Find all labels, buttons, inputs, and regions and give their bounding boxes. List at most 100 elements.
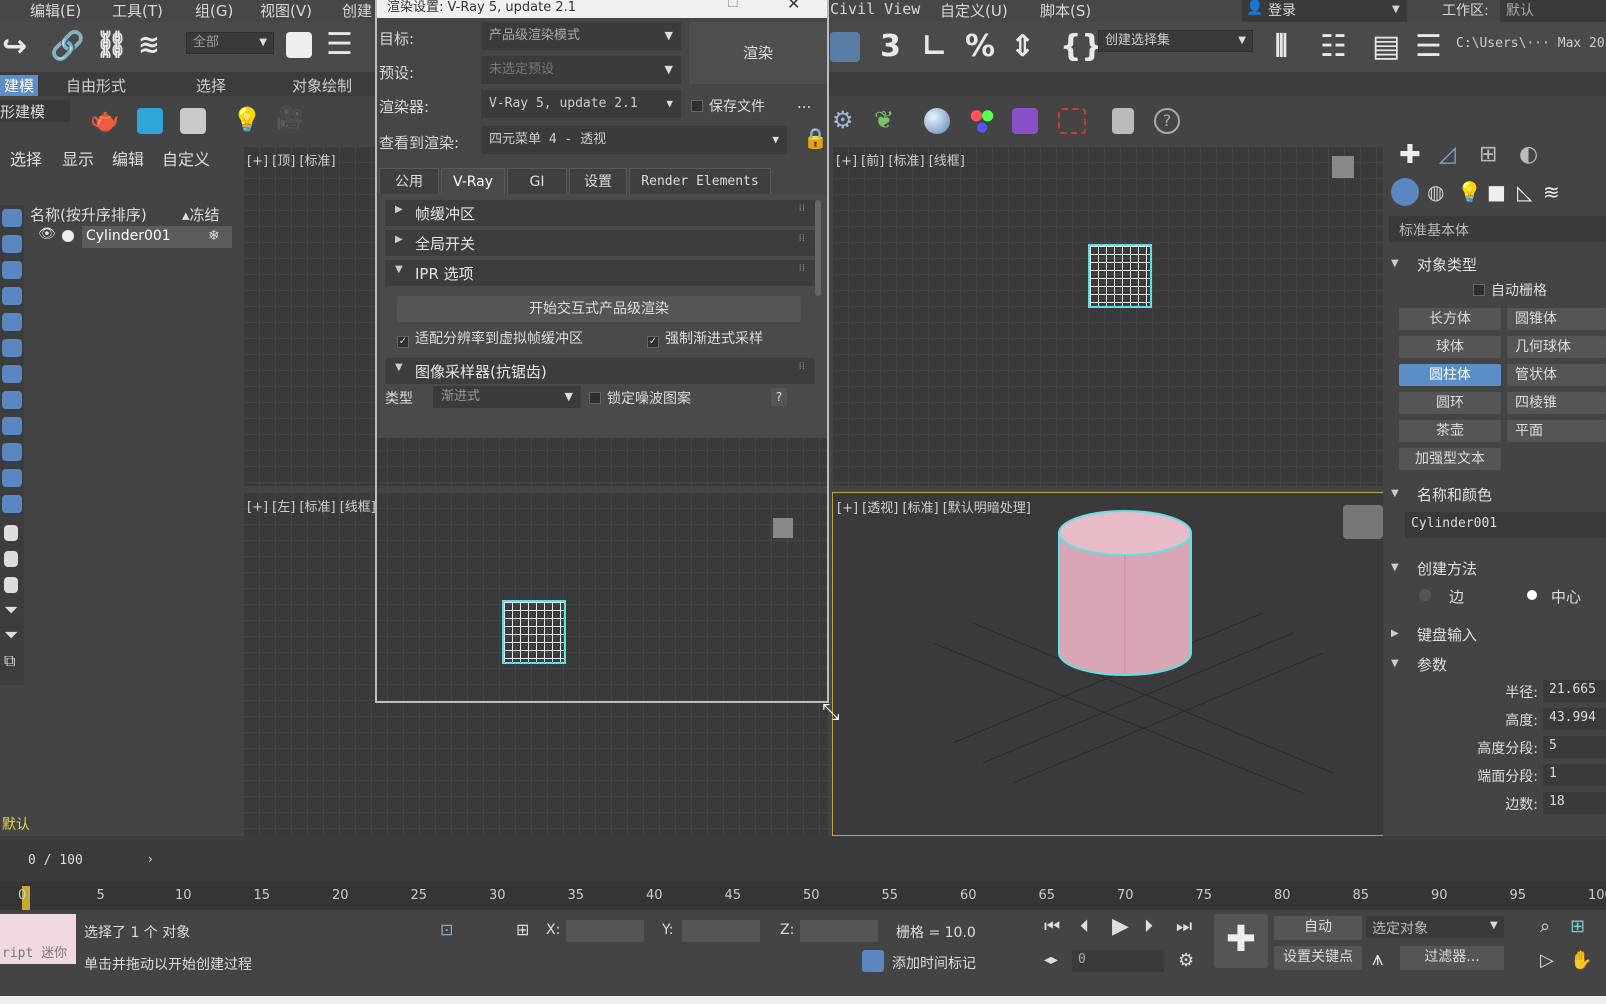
- filter-hidden-icon[interactable]: [2, 495, 22, 513]
- geometry-icon[interactable]: [1391, 178, 1419, 206]
- snowflake-icon[interactable]: ❄: [208, 228, 220, 244]
- ribbon-tab-freeform[interactable]: 自由形式: [66, 75, 126, 96]
- next-frame-icon[interactable]: ⏵: [1144, 916, 1153, 937]
- key-filter-dropdown[interactable]: 选定对象 ▼: [1366, 916, 1504, 938]
- filter-shapes-icon[interactable]: [2, 235, 22, 253]
- render-frame-icon[interactable]: [137, 108, 163, 134]
- align-icon[interactable]: ☷: [1320, 32, 1347, 62]
- hierarchy-tab-icon[interactable]: ⊞: [1479, 142, 1497, 167]
- parameters-header[interactable]: 参数: [1417, 654, 1447, 675]
- fov-icon[interactable]: ▷: [1540, 950, 1554, 971]
- goto-end-icon[interactable]: ⏭: [1176, 916, 1192, 937]
- material-sphere-icon[interactable]: [924, 108, 950, 134]
- filter-cameras-icon[interactable]: [2, 287, 22, 305]
- collapse-icon[interactable]: ▼: [1391, 658, 1399, 669]
- goto-start-icon[interactable]: ⏮: [1044, 916, 1060, 937]
- cap-segments-field[interactable]: 1: [1543, 764, 1606, 786]
- collapse-icon[interactable]: ▼: [1391, 562, 1399, 573]
- viewcube-icon[interactable]: [1343, 505, 1383, 539]
- set-key-button[interactable]: 设置关键点: [1274, 946, 1362, 970]
- key-filters-button[interactable]: 过滤器...: [1400, 946, 1504, 970]
- edit-named-selection-icon[interactable]: {}: [1060, 32, 1103, 62]
- spinner-snap-icon[interactable]: ⇕: [1010, 32, 1035, 62]
- viewcube-icon[interactable]: [1332, 156, 1354, 178]
- angle-snap-icon[interactable]: ∟: [922, 32, 947, 62]
- track-bar[interactable]: 0 5 10 15 20 25 30 35 40 45 50 55 60 65 70 75 80 85 90 95 10…: [0, 882, 1606, 910]
- pyramid-button[interactable]: 四棱锥: [1507, 392, 1606, 414]
- ribbon-tab-object-paint[interactable]: 对象绘制: [292, 75, 352, 96]
- prev-frame-icon[interactable]: ⏴: [1080, 916, 1089, 937]
- menu-civil-view[interactable]: Civil View: [830, 0, 920, 18]
- menu-edit[interactable]: 编辑(E): [30, 0, 81, 21]
- auto-key-button[interactable]: 自动: [1274, 916, 1362, 940]
- zoom-icon[interactable]: ⌕: [1540, 916, 1550, 937]
- select-object-icon[interactable]: [286, 32, 312, 58]
- cylinder-front-wireframe[interactable]: [1088, 244, 1152, 308]
- percent-snap-icon[interactable]: %: [965, 32, 995, 62]
- plane-button[interactable]: 平面: [1507, 420, 1606, 442]
- height-field[interactable]: 43.994: [1543, 708, 1606, 730]
- viewport-front-label[interactable]: [+] [前] [标准] [线框]: [836, 150, 965, 169]
- filter-geometry-icon[interactable]: [2, 209, 22, 227]
- center-radio[interactable]: 中心: [1527, 586, 1606, 606]
- set-key-icon[interactable]: ✚: [1214, 914, 1268, 968]
- layers-icon[interactable]: ⧉: [4, 651, 15, 671]
- mirror-icon[interactable]: ⫴: [1275, 32, 1288, 62]
- workspace-dropdown[interactable]: 默认: [1500, 0, 1606, 22]
- height-segments-field[interactable]: 5: [1543, 736, 1606, 758]
- collapse-icon[interactable]: ▼: [1391, 488, 1399, 499]
- helpers-icon[interactable]: ◺: [1517, 180, 1532, 204]
- collapse-icon[interactable]: ▼: [1391, 258, 1399, 269]
- snaps-toggle-icon[interactable]: [830, 32, 860, 62]
- filter-helpers-icon[interactable]: [2, 313, 22, 331]
- unlink-icon[interactable]: ⛓: [95, 32, 128, 58]
- ribbon-tab-modeling[interactable]: 建模: [0, 75, 39, 96]
- z-coordinate-field[interactable]: [800, 920, 878, 942]
- box-button[interactable]: 长方体: [1399, 308, 1501, 330]
- layer-label[interactable]: 默认: [2, 814, 30, 834]
- category-dropdown[interactable]: 标准基本体: [1389, 216, 1606, 242]
- material-editor-icon[interactable]: [968, 108, 996, 134]
- tube-button[interactable]: 管状体: [1507, 364, 1606, 386]
- sides-field[interactable]: 18: [1543, 792, 1606, 814]
- y-coordinate-field[interactable]: [682, 920, 760, 942]
- filter-spacewarps-icon[interactable]: [2, 339, 22, 357]
- select-by-name-icon[interactable]: ☰: [326, 30, 353, 60]
- current-frame-field[interactable]: 0: [1072, 950, 1164, 972]
- add-time-tag-button[interactable]: 添加时间标记: [862, 950, 992, 974]
- menu-scripting[interactable]: 脚本(S): [1040, 0, 1091, 21]
- play-icon[interactable]: ▶: [1112, 914, 1129, 939]
- geosphere-button[interactable]: 几何球体: [1507, 336, 1606, 358]
- key-mode-icon[interactable]: ◂▸: [1044, 952, 1058, 968]
- shapes-icon[interactable]: ◍: [1427, 180, 1444, 204]
- object-name-field[interactable]: Cylinder001: [1405, 512, 1606, 538]
- layer-explorer-icon[interactable]: ☰: [1415, 32, 1442, 62]
- teapot-button[interactable]: 茶壶: [1399, 420, 1501, 442]
- document-icon[interactable]: [4, 525, 18, 541]
- pan-icon[interactable]: ✋: [1570, 950, 1592, 971]
- vray-material-icon[interactable]: [1012, 108, 1038, 134]
- scene-menu-edit[interactable]: 编辑: [112, 146, 144, 170]
- edge-radio[interactable]: 边: [1419, 586, 1499, 606]
- column-freeze-header[interactable]: ▴冻结: [182, 204, 220, 225]
- cylinder-button[interactable]: 圆柱体: [1399, 364, 1501, 386]
- funnel-icon[interactable]: ⏷: [4, 600, 18, 621]
- render-region-icon[interactable]: [1058, 108, 1086, 134]
- scene-menu-customize[interactable]: 自定义: [162, 146, 210, 170]
- redo-icon[interactable]: ↪: [2, 32, 27, 62]
- time-slider[interactable]: 0 / 100: [0, 850, 142, 874]
- absolute-mode-icon[interactable]: ⊞: [516, 920, 529, 939]
- lights-icon[interactable]: 💡: [1457, 180, 1482, 204]
- menu-customize[interactable]: 自定义(U): [940, 0, 1008, 21]
- ribbon-tab-selection[interactable]: 选择: [196, 75, 226, 96]
- column-name-header[interactable]: 名称(按升序排序): [30, 204, 147, 225]
- keyboard-entry-header[interactable]: 键盘输入: [1417, 624, 1477, 645]
- project-path[interactable]: C:\Users\··· Max 20: [1456, 36, 1606, 58]
- motion-tab-icon[interactable]: ◐: [1519, 142, 1538, 167]
- object-type-header[interactable]: 对象类型: [1417, 254, 1477, 275]
- scene-explorer-icon[interactable]: ▤: [1372, 32, 1400, 62]
- radius-field[interactable]: 21.665: [1543, 680, 1606, 702]
- viewport-perspective[interactable]: [+] [透视] [标准] [默认明暗处理]: [832, 492, 1410, 836]
- help-icon[interactable]: ?: [1154, 108, 1180, 134]
- isolate-icon[interactable]: ⊡: [440, 920, 453, 939]
